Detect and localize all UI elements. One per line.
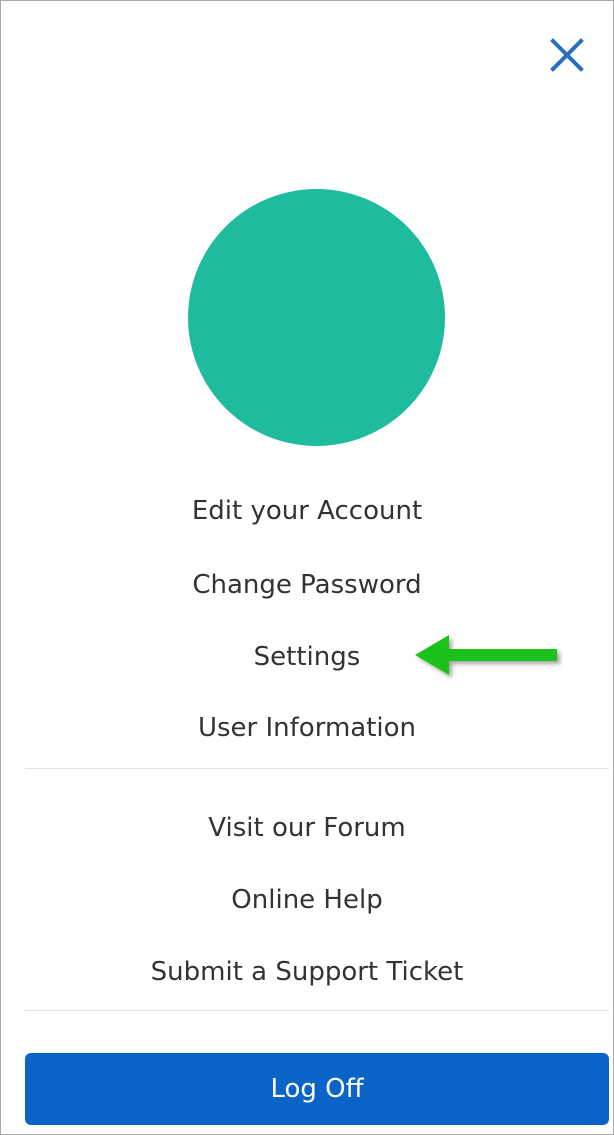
menu-item-support-ticket[interactable]: Submit a Support Ticket <box>1 952 613 992</box>
arrow-left-icon <box>415 635 557 675</box>
menu-item-user-information[interactable]: User Information <box>1 708 613 748</box>
menu-item-change-password[interactable]: Change Password <box>1 565 613 605</box>
avatar[interactable] <box>188 189 445 446</box>
account-menu-panel: Edit your Account Change Password Settin… <box>0 0 614 1135</box>
menu-item-online-help[interactable]: Online Help <box>1 880 613 920</box>
menu-item-visit-forum[interactable]: Visit our Forum <box>1 808 613 848</box>
section-divider <box>25 768 609 769</box>
logoff-button[interactable]: Log Off <box>25 1053 609 1125</box>
close-icon[interactable] <box>546 34 588 76</box>
section-divider <box>25 1010 609 1011</box>
menu-item-edit-account[interactable]: Edit your Account <box>1 491 613 531</box>
